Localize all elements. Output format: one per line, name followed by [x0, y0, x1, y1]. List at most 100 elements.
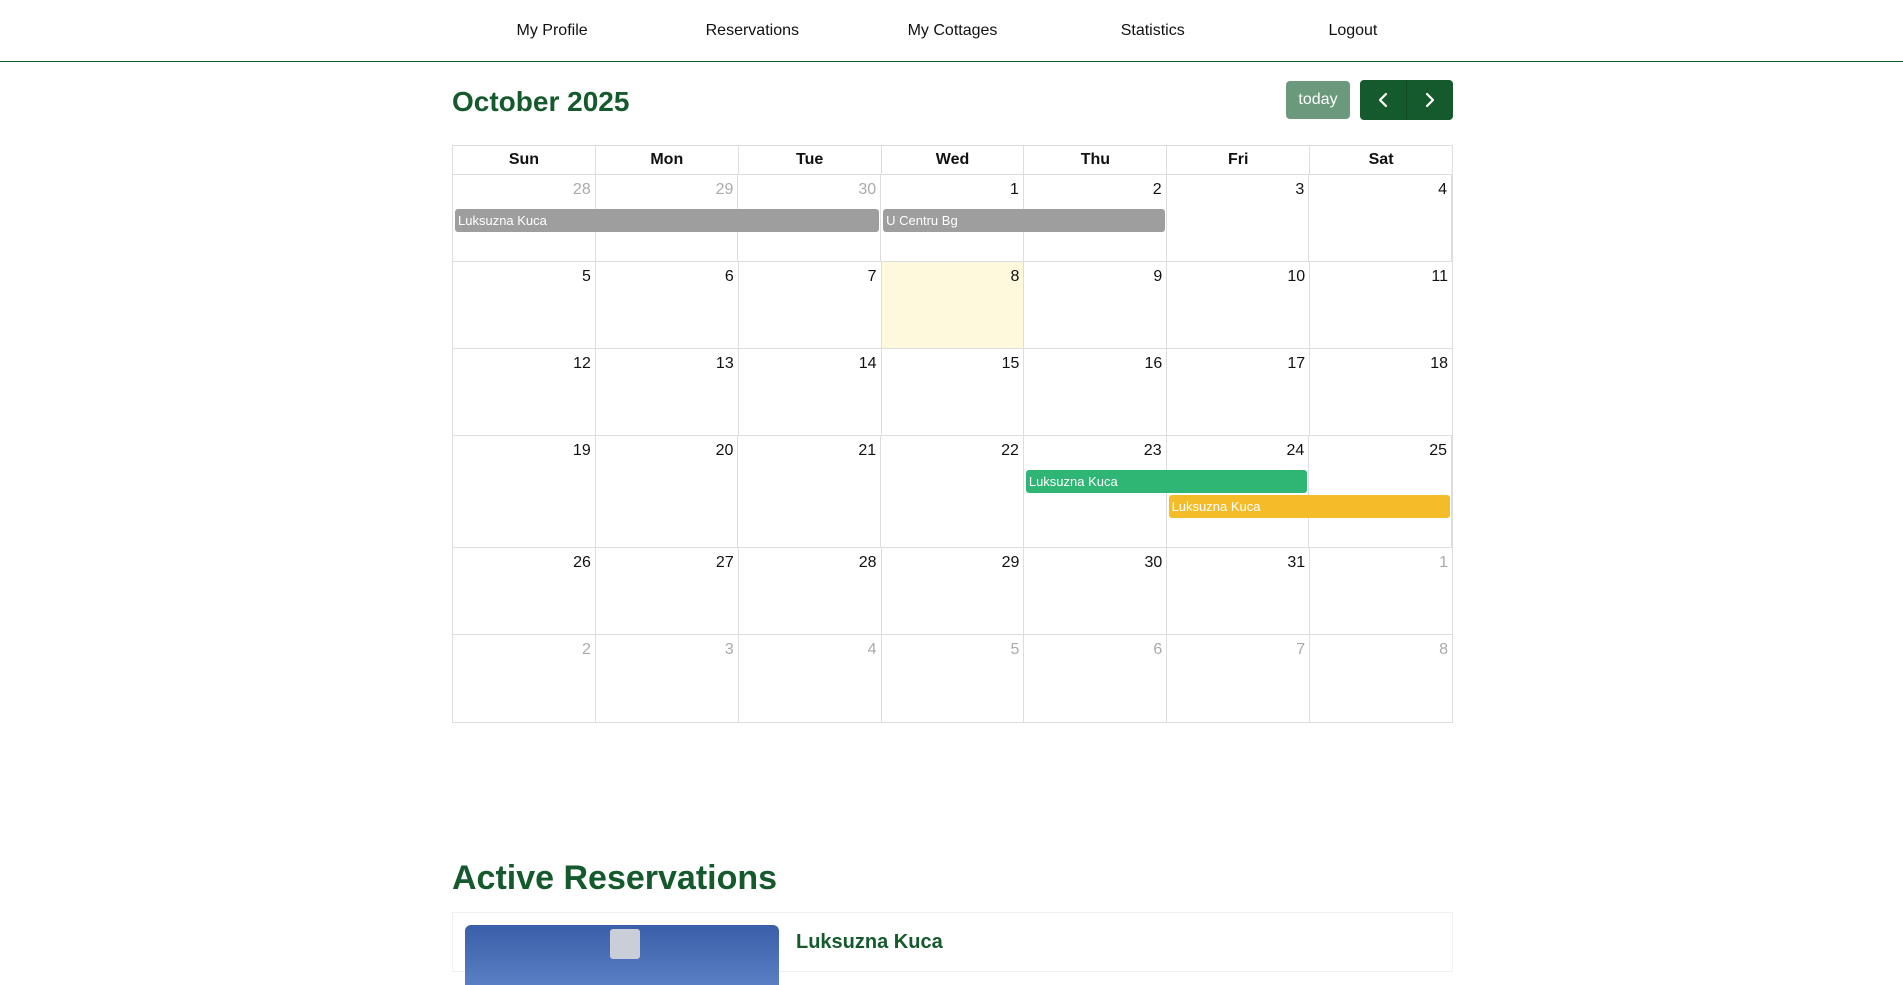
- day-number[interactable]: 26: [573, 554, 591, 572]
- day-number[interactable]: 23: [1144, 442, 1162, 460]
- day-cell[interactable]: 18: [1310, 349, 1452, 435]
- day-cell[interactable]: 28: [739, 548, 882, 634]
- day-number[interactable]: 7: [1296, 641, 1305, 659]
- day-cell[interactable]: 27: [596, 548, 739, 634]
- day-number[interactable]: 6: [725, 268, 734, 286]
- day-number[interactable]: 11: [1431, 268, 1448, 286]
- day-cell[interactable]: 3: [596, 635, 739, 722]
- day-number[interactable]: 14: [859, 355, 877, 373]
- day-number[interactable]: 29: [716, 181, 734, 199]
- day-cell[interactable]: 25: [1309, 436, 1453, 547]
- calendar-event[interactable]: U Centru Bg: [883, 209, 1165, 232]
- nav-my-profile[interactable]: My Profile: [452, 0, 652, 61]
- day-number[interactable]: 13: [716, 355, 734, 373]
- day-number[interactable]: 10: [1287, 268, 1305, 286]
- day-cell[interactable]: 29: [882, 548, 1025, 634]
- day-cell[interactable]: 30: [1024, 548, 1168, 634]
- day-number[interactable]: 28: [573, 181, 591, 199]
- day-cell[interactable]: 16: [1024, 349, 1168, 435]
- weekday-header-sat: Sat: [1368, 151, 1394, 168]
- nav-statistics[interactable]: Statistics: [1053, 0, 1253, 61]
- day-cell[interactable]: 8: [1310, 635, 1452, 722]
- day-number[interactable]: 2: [582, 641, 591, 659]
- day-cell[interactable]: 10: [1167, 262, 1311, 348]
- day-number[interactable]: 17: [1287, 355, 1305, 373]
- day-number[interactable]: 21: [858, 442, 876, 460]
- day-cell[interactable]: 14: [739, 349, 882, 435]
- day-number[interactable]: 25: [1429, 442, 1447, 460]
- reservation-cottage-name[interactable]: Luksuzna Kuca: [796, 931, 943, 954]
- day-number[interactable]: 20: [716, 442, 734, 460]
- day-cell[interactable]: 6: [1024, 635, 1168, 722]
- day-cell[interactable]: 13: [596, 349, 739, 435]
- calendar-event[interactable]: Luksuzna Kuca: [1168, 495, 1450, 518]
- day-number[interactable]: 30: [858, 181, 876, 199]
- day-number[interactable]: 24: [1287, 442, 1305, 460]
- day-number[interactable]: 22: [1001, 442, 1019, 460]
- day-cell[interactable]: 11: [1310, 262, 1452, 348]
- calendar-event[interactable]: Luksuzna Kuca: [1025, 470, 1308, 493]
- day-cell[interactable]: 4: [739, 635, 882, 722]
- day-cell[interactable]: 5: [882, 635, 1025, 722]
- calendar-week-row: 5 6 7 8 9 10 11: [453, 262, 1452, 349]
- day-number[interactable]: 9: [1153, 268, 1162, 286]
- day-cell[interactable]: 26: [453, 548, 596, 634]
- day-number[interactable]: 6: [1153, 641, 1162, 659]
- day-number[interactable]: 5: [1011, 641, 1020, 659]
- day-cell[interactable]: 31: [1167, 548, 1311, 634]
- day-number[interactable]: 2: [1153, 181, 1162, 199]
- day-number[interactable]: 5: [582, 268, 591, 286]
- next-month-button[interactable]: [1407, 80, 1453, 120]
- nav-my-cottages[interactable]: My Cottages: [852, 0, 1052, 61]
- weekday-header-mon: Mon: [596, 146, 739, 174]
- day-number[interactable]: 4: [868, 641, 877, 659]
- day-cell[interactable]: 2: [453, 635, 596, 722]
- day-cell[interactable]: 3: [1167, 175, 1310, 261]
- day-number[interactable]: 12: [573, 355, 591, 373]
- day-number[interactable]: 8: [1011, 268, 1020, 286]
- day-cell[interactable]: 6: [596, 262, 739, 348]
- day-number[interactable]: 3: [725, 641, 734, 659]
- day-cell[interactable]: 20: [596, 436, 739, 547]
- nav-logout[interactable]: Logout: [1253, 0, 1453, 61]
- day-cell[interactable]: 4: [1309, 175, 1453, 261]
- calendar-event[interactable]: Luksuzna Kuca: [455, 209, 880, 232]
- day-number[interactable]: 27: [716, 554, 734, 572]
- day-cell-today[interactable]: 8: [881, 262, 1025, 348]
- day-cell[interactable]: 15: [882, 349, 1025, 435]
- day-number[interactable]: 19: [573, 442, 591, 460]
- day-cell[interactable]: 5: [453, 262, 596, 348]
- day-number[interactable]: 31: [1287, 554, 1305, 572]
- day-cell[interactable]: 9: [1024, 262, 1168, 348]
- day-number[interactable]: 1: [1010, 181, 1019, 199]
- day-number[interactable]: 15: [1002, 355, 1020, 373]
- day-number[interactable]: 18: [1430, 355, 1448, 373]
- day-number[interactable]: 16: [1145, 355, 1163, 373]
- nav-reservations[interactable]: Reservations: [652, 0, 852, 61]
- house-image-icon: [610, 929, 640, 959]
- day-cell[interactable]: 22: [881, 436, 1024, 547]
- day-number[interactable]: 29: [1002, 554, 1020, 572]
- weekday-header-tue: Tue: [739, 146, 882, 174]
- day-number[interactable]: 3: [1295, 181, 1304, 199]
- calendar-week-row: 19 20 21 22 23 24 25 Luksuzna Kuca Luksuzna Kuca: [453, 436, 1453, 548]
- day-number[interactable]: 30: [1145, 554, 1163, 572]
- day-number[interactable]: 28: [859, 554, 877, 572]
- active-reservations-title: Active Reservations: [452, 859, 778, 897]
- day-cell[interactable]: 17: [1167, 349, 1311, 435]
- day-number[interactable]: 4: [1438, 181, 1447, 199]
- day-cell[interactable]: 12: [453, 349, 596, 435]
- day-number[interactable]: 7: [868, 268, 877, 286]
- day-number[interactable]: 8: [1439, 641, 1448, 659]
- reservation-card[interactable]: Luksuzna Kuca: [452, 912, 1453, 985]
- day-cell[interactable]: 19: [453, 436, 596, 547]
- prev-month-button[interactable]: [1360, 80, 1407, 120]
- day-cell[interactable]: 1: [1310, 548, 1452, 634]
- today-button[interactable]: today: [1286, 81, 1350, 119]
- calendar-week-row: 26 27 28 29 30 31 1: [453, 548, 1452, 635]
- day-number[interactable]: 1: [1439, 554, 1448, 572]
- calendar-week-row: 28 29 30 1 2 3 4 Luksuzna Kuca U Centru Bg: [453, 175, 1453, 262]
- day-cell[interactable]: 7: [1167, 635, 1311, 722]
- day-cell[interactable]: 7: [739, 262, 882, 348]
- day-cell[interactable]: 21: [738, 436, 882, 547]
